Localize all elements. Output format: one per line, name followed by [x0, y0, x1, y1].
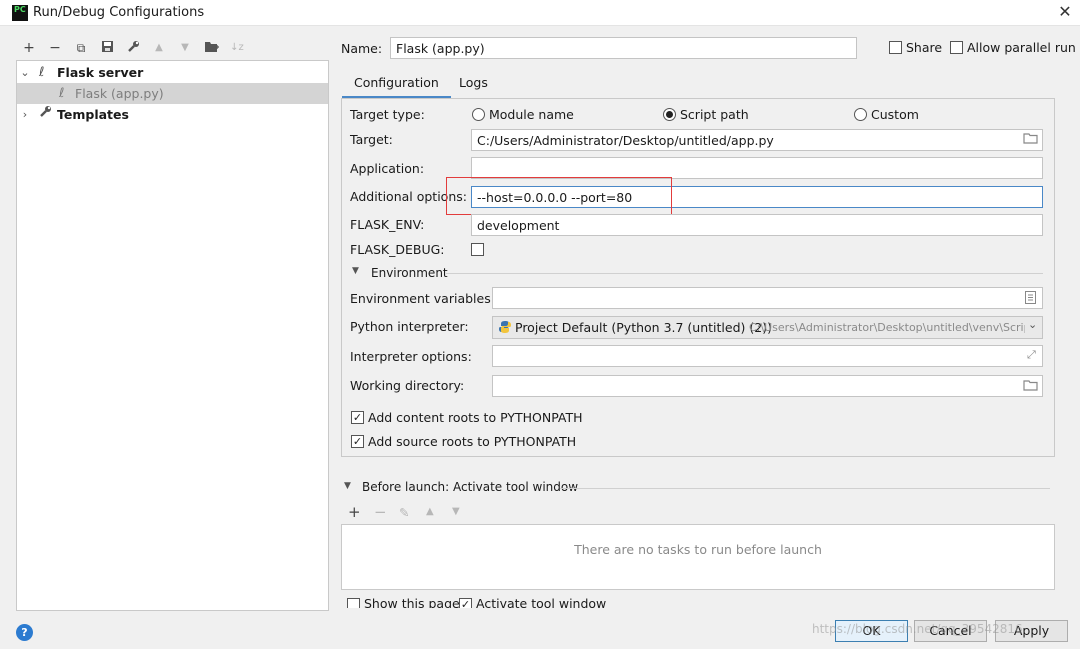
expand-icon[interactable]: ⤢ [1027, 348, 1036, 362]
chevron-down-icon[interactable]: ⌄ [19, 62, 31, 83]
list-icon[interactable] [1025, 291, 1036, 307]
interpreter-options-input[interactable] [492, 345, 1043, 367]
tree-group-label: Flask server [57, 65, 144, 80]
flask-icon: ℓ [59, 86, 65, 101]
move-up-icon[interactable]: ▲ [151, 40, 167, 56]
flask-icon: ℓ [39, 65, 45, 80]
browse-folder-icon[interactable] [1023, 379, 1038, 394]
tree-item-flask-server[interactable]: ⌄ ℓ Flask server [17, 62, 328, 83]
edit-task-icon[interactable]: ✎ [399, 505, 409, 520]
chevron-down-icon[interactable]: ▼ [344, 481, 351, 491]
title-bar: PC Run/Debug Configurations ✕ [0, 0, 1080, 26]
tree-templates-label: Templates [57, 107, 129, 122]
add-content-roots-checkbox[interactable]: ✓ [351, 411, 364, 424]
working-directory-label: Working directory: [350, 378, 465, 393]
working-directory-input[interactable] [492, 375, 1043, 397]
module-name-label: Module name [489, 107, 574, 122]
empty-tasks-text: There are no tasks to run before launch [574, 542, 822, 557]
highlight-annotation-box [446, 177, 672, 215]
tree-item-label: Flask (app.py) [75, 86, 164, 101]
pycharm-logo-icon: PC [12, 5, 28, 21]
section-divider [446, 273, 1043, 274]
add-source-roots-checkbox[interactable]: ✓ [351, 435, 364, 448]
chevron-down-icon[interactable]: ⌄ [1028, 318, 1037, 331]
move-task-up-icon[interactable]: ▲ [426, 506, 434, 517]
tab-logs[interactable]: Logs [447, 70, 500, 99]
edit-defaults-wrench-icon[interactable] [125, 40, 141, 56]
bottom-options-row: Show this page ✓ Activate tool window [340, 596, 640, 608]
sort-alphabetically-icon[interactable]: ↓z [229, 40, 245, 56]
copy-configuration-icon[interactable]: ⧉ [73, 40, 89, 56]
python-interpreter-path: C:\Users\Administrator\Desktop\untitled\… [749, 321, 1025, 334]
module-name-radio[interactable] [472, 108, 485, 121]
flask-env-label: FLASK_ENV: [350, 217, 425, 232]
section-divider [560, 488, 1050, 489]
python-interpreter-label: Python interpreter: [350, 319, 469, 334]
application-label: Application: [350, 161, 425, 176]
script-path-label: Script path [680, 107, 749, 122]
python-logo-icon [498, 320, 512, 337]
tree-item-flask-app[interactable]: ℓ Flask (app.py) [17, 83, 328, 104]
flask-env-input[interactable] [471, 214, 1043, 236]
flask-debug-label: FLASK_DEBUG: [350, 242, 445, 257]
share-label: Share [906, 40, 943, 55]
remove-task-icon[interactable]: − [374, 503, 387, 521]
chevron-down-icon[interactable]: ▼ [352, 266, 359, 276]
application-input[interactable] [471, 157, 1043, 179]
environment-section-label: Environment [371, 266, 448, 280]
environment-variables-label: Environment variables: [350, 291, 495, 306]
tree-item-templates[interactable]: › Templates [17, 104, 328, 125]
script-path-radio[interactable] [663, 108, 676, 121]
target-input[interactable] [471, 129, 1043, 151]
move-task-down-icon[interactable]: ▼ [452, 506, 460, 517]
add-source-roots-label: Add source roots to PYTHONPATH [368, 434, 577, 449]
interpreter-options-label: Interpreter options: [350, 349, 472, 364]
before-launch-task-list[interactable]: There are no tasks to run before launch [341, 524, 1055, 590]
environment-variables-input[interactable] [492, 287, 1043, 309]
move-down-icon[interactable]: ▼ [177, 40, 193, 56]
name-label: Name: [341, 41, 383, 56]
custom-label: Custom [871, 107, 919, 122]
save-configuration-icon[interactable] [99, 40, 115, 56]
custom-radio[interactable] [854, 108, 867, 121]
flask-debug-checkbox[interactable] [471, 243, 484, 256]
help-icon[interactable]: ? [16, 624, 33, 641]
share-checkbox[interactable] [889, 41, 902, 54]
allow-parallel-run-label: Allow parallel run [967, 40, 1076, 55]
configuration-panel [341, 99, 1055, 457]
target-label: Target: [350, 132, 393, 147]
show-this-page-checkbox[interactable] [347, 598, 360, 608]
before-launch-label: Before launch: Activate tool window [362, 480, 579, 494]
tab-configuration[interactable]: Configuration [342, 70, 451, 99]
close-window-icon[interactable]: ✕ [1056, 2, 1074, 22]
watermark-text: https://blog.csdn.net/qq_39542816 [812, 622, 1023, 636]
add-task-icon[interactable]: + [348, 503, 361, 521]
wrench-icon [39, 104, 52, 125]
add-content-roots-label: Add content roots to PYTHONPATH [368, 410, 583, 425]
activate-tool-window-label: Activate tool window [476, 596, 607, 608]
remove-configuration-icon[interactable]: − [47, 40, 63, 56]
activate-tool-window-checkbox[interactable]: ✓ [459, 598, 472, 608]
configurations-tree[interactable]: ⌄ ℓ Flask server ℓ Flask (app.py) › Temp… [16, 60, 329, 611]
window-title: Run/Debug Configurations [33, 5, 205, 20]
new-folder-icon[interactable] [203, 40, 219, 56]
chevron-right-icon[interactable]: › [19, 104, 31, 125]
show-this-page-label: Show this page [364, 596, 460, 608]
python-interpreter-value: Project Default (Python 3.7 (untitled) (… [515, 320, 772, 335]
name-input[interactable] [390, 37, 857, 59]
allow-parallel-run-checkbox[interactable] [950, 41, 963, 54]
browse-folder-icon[interactable] [1023, 132, 1038, 147]
target-type-label: Target type: [350, 107, 425, 122]
add-configuration-icon[interactable]: + [21, 40, 37, 56]
